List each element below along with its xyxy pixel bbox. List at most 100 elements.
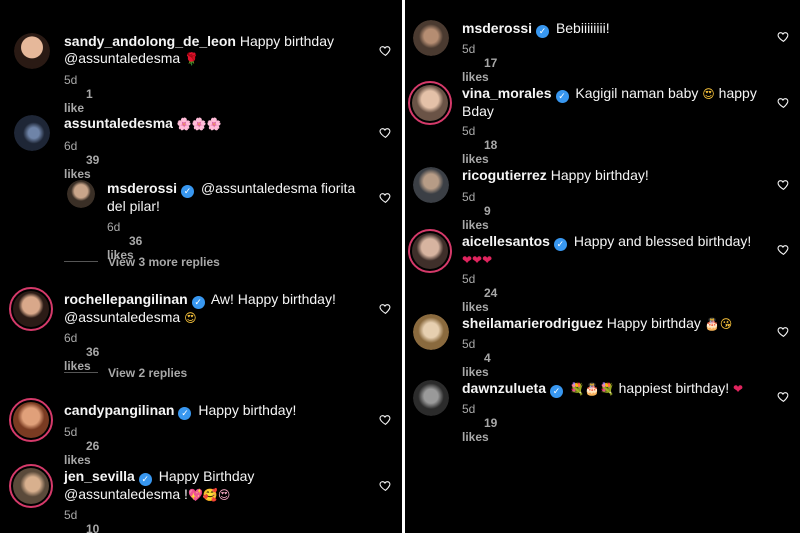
comment-likes[interactable]: 18 likes: [462, 138, 497, 166]
comment-likes[interactable]: 10 likes: [64, 522, 99, 533]
heart-outline-icon[interactable]: [777, 178, 790, 191]
comment-likes[interactable]: 26 likes: [64, 439, 99, 467]
comment-username[interactable]: dawnzulueta: [462, 380, 546, 396]
emoji-group: 💖🥰😍: [187, 488, 231, 502]
comment-time: 6d: [64, 139, 78, 153]
verified-badge-icon: ✓: [138, 473, 152, 486]
comment-mention[interactable]: @assuntaledesma !: [64, 486, 188, 502]
comment-text: Bebiiiiiiii!: [555, 20, 610, 36]
comment-username[interactable]: aicellesantos: [462, 233, 550, 249]
heart-outline-icon[interactable]: [379, 479, 392, 492]
comment-time: 5d: [462, 402, 476, 416]
avatar[interactable]: [408, 81, 452, 125]
avatar[interactable]: [9, 464, 53, 508]
comment-time: 6d: [64, 331, 78, 345]
comment-time: 5d: [462, 337, 476, 351]
comment-mention[interactable]: @assuntaledesma: [64, 50, 180, 66]
heart-outline-icon[interactable]: [777, 96, 790, 109]
comment-time: 5d: [64, 425, 78, 439]
comment-text: Happy birthday!: [550, 167, 649, 183]
red-hearts-emoji: ❤❤❤: [462, 253, 493, 267]
comment-text: Happy birthday: [239, 33, 334, 49]
comment-username[interactable]: sheilamarierodriguez: [462, 315, 603, 331]
comment-text: @assuntaledesma fiorita: [200, 180, 356, 196]
comment-text: Happy and blessed birthday!: [573, 233, 752, 249]
heart-outline-icon[interactable]: [777, 30, 790, 43]
comment-text-after: happy: [718, 85, 757, 101]
comment-likes[interactable]: 19 likes: [462, 416, 497, 444]
comment-text: Kagigil naman baby: [575, 85, 699, 101]
verified-badge-icon: ✓: [550, 385, 564, 398]
view-replies-button[interactable]: View 2 replies: [64, 366, 187, 380]
avatar[interactable]: [9, 398, 53, 442]
comment-time: 5d: [462, 124, 476, 138]
view-more-replies-button[interactable]: View 3 more replies: [64, 255, 220, 269]
heart-outline-icon[interactable]: [777, 325, 790, 338]
comment-username[interactable]: candypangilinan: [64, 402, 174, 418]
heart-eyes-emoji: 😍: [702, 87, 715, 101]
comment-likes[interactable]: 1 like: [64, 87, 93, 115]
avatar[interactable]: [14, 115, 50, 151]
comment-mention[interactable]: @assuntaledesma: [64, 309, 180, 325]
red-heart-emoji: ❤: [733, 382, 744, 396]
comment-likes[interactable]: 39 likes: [64, 153, 99, 181]
comment-text: Happy birthday: [606, 315, 701, 331]
view-replies-label: View 2 replies: [108, 366, 188, 380]
avatar[interactable]: [413, 167, 449, 203]
comment-time: 5d: [64, 73, 78, 87]
divider: [64, 261, 98, 262]
heart-outline-icon[interactable]: [777, 243, 790, 256]
avatar[interactable]: [67, 180, 95, 208]
comment-username[interactable]: rochellepangilinan: [64, 291, 188, 307]
avatar[interactable]: [408, 229, 452, 273]
comments-column-right: msderossi ✓ Bebiiiiiiii! 5d 17 likes vina…: [405, 0, 800, 533]
comment-username[interactable]: vina_morales: [462, 85, 552, 101]
comment-text: Happy birthday!: [198, 402, 297, 418]
flowers-emoji: 🌸🌸🌸: [176, 117, 222, 131]
heart-outline-icon[interactable]: [379, 302, 392, 315]
comment-username[interactable]: jen_sevilla: [64, 468, 135, 484]
heart-outline-icon[interactable]: [379, 44, 392, 57]
verified-badge-icon: ✓: [191, 296, 205, 309]
heart-eyes-emoji: 😍: [184, 311, 197, 325]
comment-time: 5d: [64, 508, 78, 522]
view-replies-label: View 3 more replies: [108, 255, 220, 269]
avatar[interactable]: [413, 314, 449, 350]
comment-text-continued: Bday: [462, 103, 494, 119]
verified-badge-icon: ✓: [181, 185, 195, 198]
comment-time: 5d: [462, 190, 476, 204]
heart-outline-icon[interactable]: [379, 413, 392, 426]
avatar[interactable]: [9, 287, 53, 331]
comment-username[interactable]: assuntaledesma: [64, 115, 173, 131]
comment-time: 5d: [462, 272, 476, 286]
comment-username[interactable]: sandy_andolong_de_leon: [64, 33, 236, 49]
comment-likes[interactable]: 17 likes: [462, 56, 497, 84]
heart-outline-icon[interactable]: [379, 191, 392, 204]
verified-badge-icon: ✓: [178, 407, 192, 420]
divider: [64, 372, 98, 373]
comment-time: 5d: [462, 42, 476, 56]
avatar[interactable]: [14, 33, 50, 69]
comment-text: Aw! Happy birthday!: [210, 291, 336, 307]
comment-text-continued: del pilar!: [107, 198, 160, 214]
comment-likes[interactable]: 4 likes: [462, 351, 491, 379]
avatar[interactable]: [413, 380, 449, 416]
verified-badge-icon: ✓: [536, 25, 550, 38]
rose-emoji: 🌹: [184, 52, 200, 66]
cake-kiss-emoji: 🎂😘: [704, 317, 733, 331]
avatar[interactable]: [413, 20, 449, 56]
comment-time: 6d: [107, 220, 121, 234]
bouquet-cake-emoji: 💐🎂💐: [569, 382, 615, 396]
comment-text: happiest birthday!: [618, 380, 730, 396]
comment-username[interactable]: msderossi: [462, 20, 532, 36]
comment-likes[interactable]: 9 likes: [462, 204, 491, 232]
comment-username[interactable]: msderossi: [107, 180, 177, 196]
comment-likes[interactable]: 24 likes: [462, 286, 497, 314]
comments-column-left: sandy_andolong_de_leon Happy birthday @a…: [0, 0, 402, 533]
verified-badge-icon: ✓: [553, 238, 567, 251]
comment-text: Happy Birthday: [158, 468, 255, 484]
verified-badge-icon: ✓: [555, 90, 569, 103]
heart-outline-icon[interactable]: [379, 126, 392, 139]
heart-outline-icon[interactable]: [777, 390, 790, 403]
comment-username[interactable]: ricogutierrez: [462, 167, 547, 183]
